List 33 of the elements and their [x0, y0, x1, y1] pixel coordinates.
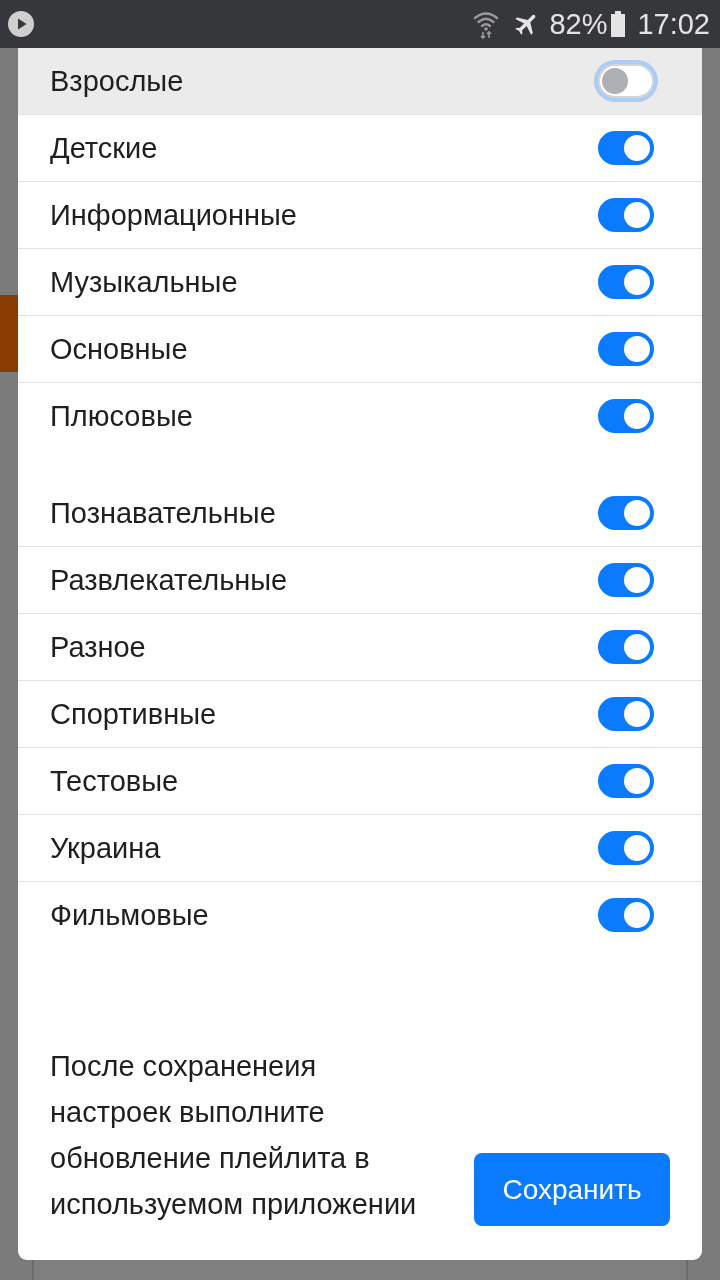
toggle-switch[interactable]	[598, 630, 654, 664]
category-row[interactable]: Взрослые	[18, 48, 702, 115]
wifi-icon	[473, 9, 500, 39]
toggle-switch[interactable]	[598, 332, 654, 366]
battery-percent: 82%	[549, 9, 608, 39]
toggle-switch[interactable]	[598, 265, 654, 299]
toggle-switch[interactable]	[598, 198, 654, 232]
category-label: Фильмовые	[50, 898, 210, 932]
toggle-switch[interactable]	[598, 496, 654, 530]
category-label: Развлекательные	[50, 563, 289, 597]
category-label: Тестовые	[50, 764, 180, 798]
toggle-switch[interactable]	[598, 697, 654, 731]
save-button[interactable]: Сохранить	[474, 1153, 670, 1226]
toggle-switch[interactable]	[598, 898, 654, 932]
category-label: Музыкальные	[50, 265, 239, 299]
category-label: Основные	[50, 332, 189, 366]
toggle-switch[interactable]	[598, 764, 654, 798]
category-label: Взрослые	[50, 64, 185, 98]
clock-time: 17:02	[637, 9, 710, 39]
category-label: Плюсовые	[50, 399, 194, 433]
battery-icon	[611, 11, 626, 37]
category-label: Разное	[50, 630, 147, 664]
note-text: После сохраненеия настроек выполните обновление плейлита в используемом приложении	[50, 1049, 418, 1222]
category-label: Познавательные	[50, 496, 277, 530]
category-label: Спортивные	[50, 697, 218, 731]
category-label: Детские	[50, 131, 159, 165]
toggle-switch[interactable]	[598, 831, 654, 865]
category-label: Украина	[50, 831, 162, 865]
toggle-switch[interactable]	[598, 563, 654, 597]
play-icon	[8, 11, 34, 37]
toggle-switch[interactable]	[598, 399, 654, 433]
toggle-switch[interactable]	[598, 131, 654, 165]
category-label: Информационные	[50, 198, 298, 232]
